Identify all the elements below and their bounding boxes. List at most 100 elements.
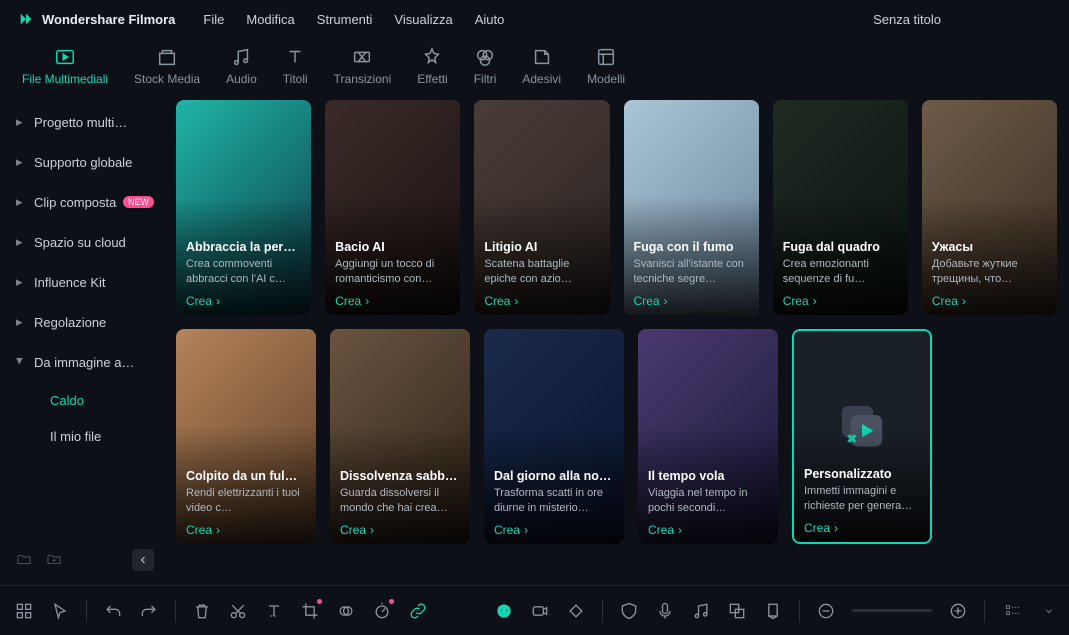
- folder-icon[interactable]: [16, 551, 32, 570]
- undo-icon[interactable]: [103, 601, 123, 621]
- tab-titles[interactable]: Titoli: [279, 44, 312, 88]
- tab-audio[interactable]: Audio: [222, 44, 261, 88]
- mic-icon[interactable]: [655, 601, 675, 621]
- sidebar-item-global[interactable]: ▸Supporto globale: [6, 142, 164, 182]
- create-link[interactable]: Crea›: [186, 523, 220, 537]
- chevron-right-icon: ▸: [16, 274, 24, 290]
- menu-view[interactable]: Visualizza: [394, 12, 452, 27]
- sidebar-item-project[interactable]: ▸Progetto multi…: [6, 102, 164, 142]
- create-link[interactable]: Crea›: [340, 523, 374, 537]
- project-title: Senza titolo: [873, 12, 941, 27]
- sidebar-item-compound[interactable]: ▸Clip compostaNEW: [6, 182, 164, 222]
- ai-assistant-icon[interactable]: [494, 601, 514, 621]
- create-link[interactable]: Crea›: [484, 294, 518, 308]
- blend-icon[interactable]: [336, 601, 356, 621]
- filters-icon: [474, 46, 496, 68]
- card-smoke[interactable]: Fuga con il fumoSvanisci all'istante con…: [624, 100, 759, 315]
- transitions-icon: [351, 46, 373, 68]
- sidebar-item-influence[interactable]: ▸Influence Kit: [6, 262, 164, 302]
- card-sand[interactable]: Dissolvenza sabbiosaGuarda dissolversi i…: [330, 329, 470, 544]
- custom-template-icon: [835, 399, 889, 453]
- titles-icon: [284, 46, 306, 68]
- sidebar-sub-myfile[interactable]: Il mio file: [6, 418, 164, 454]
- chevron-right-icon: ›: [834, 521, 838, 535]
- delete-icon[interactable]: [192, 601, 212, 621]
- sidebar-item-cloud[interactable]: ▸Spazio su cloud: [6, 222, 164, 262]
- create-link[interactable]: Crea›: [804, 521, 838, 535]
- templates-icon: [595, 46, 617, 68]
- menu-help[interactable]: Aiuto: [475, 12, 505, 27]
- folder-add-icon[interactable]: [46, 551, 62, 570]
- chevron-right-icon: ›: [664, 294, 668, 308]
- chevron-right-icon: ▸: [16, 114, 24, 130]
- chevron-down-icon[interactable]: [1043, 601, 1055, 621]
- card-daynight[interactable]: Dal giorno alla notteTrasforma scatti in…: [484, 329, 624, 544]
- crop-icon[interactable]: [300, 601, 320, 621]
- chevron-right-icon: ›: [962, 294, 966, 308]
- app-menu: File Modifica Strumenti Visualizza Aiuto: [203, 12, 504, 27]
- chevron-right-icon: ▸: [16, 234, 24, 250]
- tab-stock[interactable]: Stock Media: [130, 44, 204, 88]
- chevron-right-icon: ›: [678, 523, 682, 537]
- sidebar-sub-hot[interactable]: Caldo: [6, 382, 164, 418]
- collapse-sidebar-button[interactable]: [132, 549, 154, 571]
- marker-icon[interactable]: [763, 601, 783, 621]
- chevron-right-icon: ›: [216, 523, 220, 537]
- chevron-right-icon: ›: [813, 294, 817, 308]
- timeline-toolbar: [0, 585, 1069, 635]
- tab-stickers[interactable]: Adesivi: [518, 44, 565, 88]
- music-icon[interactable]: [691, 601, 711, 621]
- card-kiss[interactable]: Bacio AIAggiungi un tocco di romanticism…: [325, 100, 460, 315]
- shield-icon[interactable]: [619, 601, 639, 621]
- create-link[interactable]: Crea›: [634, 294, 668, 308]
- chevron-right-icon: ▸: [16, 194, 24, 210]
- app-logo-icon: [18, 11, 34, 27]
- card-painting[interactable]: Fuga dal quadroCrea emozionanti sequenze…: [773, 100, 908, 315]
- card-hug[interactable]: Abbraccia la person…Crea commoventi abbr…: [176, 100, 311, 315]
- create-link[interactable]: Crea›: [494, 523, 528, 537]
- chevron-right-icon: ▸: [16, 314, 24, 330]
- link-icon[interactable]: [408, 601, 428, 621]
- new-badge: NEW: [123, 196, 154, 208]
- sidebar: ▸Progetto multi… ▸Supporto globale ▸Clip…: [0, 96, 170, 585]
- create-link[interactable]: Crea›: [932, 294, 966, 308]
- text-icon[interactable]: [264, 601, 284, 621]
- sidebar-item-image-to[interactable]: ▸Da immagine a…: [6, 342, 164, 382]
- cursor-icon[interactable]: [50, 601, 70, 621]
- tab-transitions[interactable]: Transizioni: [330, 44, 396, 88]
- tab-effects[interactable]: Effetti: [413, 44, 451, 88]
- timeline-view-icon[interactable]: [1001, 600, 1027, 622]
- create-link[interactable]: Crea›: [783, 294, 817, 308]
- chevron-right-icon: ▸: [16, 154, 24, 170]
- card-timeflies[interactable]: Il tempo volaViaggia nel tempo in pochi …: [638, 329, 778, 544]
- menu-tools[interactable]: Strumenti: [317, 12, 373, 27]
- card-fight[interactable]: Litigio AIScatena battaglie epiche con a…: [474, 100, 609, 315]
- redo-icon[interactable]: [139, 601, 159, 621]
- record-icon[interactable]: [530, 601, 550, 621]
- card-lightning[interactable]: Colpito da un fulmineRendi elettrizzanti…: [176, 329, 316, 544]
- speed-icon[interactable]: [372, 601, 392, 621]
- zoom-slider[interactable]: [852, 609, 932, 612]
- menu-edit[interactable]: Modifica: [246, 12, 294, 27]
- tab-templates[interactable]: Modelli: [583, 44, 629, 88]
- create-link[interactable]: Crea›: [186, 294, 220, 308]
- template-grid: Abbraccia la person…Crea commoventi abbr…: [170, 96, 1069, 585]
- chevron-right-icon: ›: [514, 294, 518, 308]
- keyframe-icon[interactable]: [566, 601, 586, 621]
- create-link[interactable]: Crea›: [648, 523, 682, 537]
- audio-icon: [230, 46, 252, 68]
- tab-filters[interactable]: Filtri: [470, 44, 501, 88]
- chevron-right-icon: ›: [524, 523, 528, 537]
- cut-icon[interactable]: [228, 601, 248, 621]
- zoom-in-icon[interactable]: [948, 601, 968, 621]
- grid-view-icon[interactable]: [14, 601, 34, 621]
- menu-file[interactable]: File: [203, 12, 224, 27]
- zoom-out-icon[interactable]: [816, 601, 836, 621]
- card-horror[interactable]: УжасыДобавьте жуткие трещины, что…Crea›: [922, 100, 1057, 315]
- card-custom[interactable]: PersonalizzatoImmetti immagini e richies…: [792, 329, 932, 544]
- chevron-down-icon: ▸: [12, 358, 28, 366]
- create-link[interactable]: Crea›: [335, 294, 369, 308]
- tab-media[interactable]: File Multimediali: [18, 44, 112, 88]
- overlap-icon[interactable]: [727, 601, 747, 621]
- sidebar-item-adjustment[interactable]: ▸Regolazione: [6, 302, 164, 342]
